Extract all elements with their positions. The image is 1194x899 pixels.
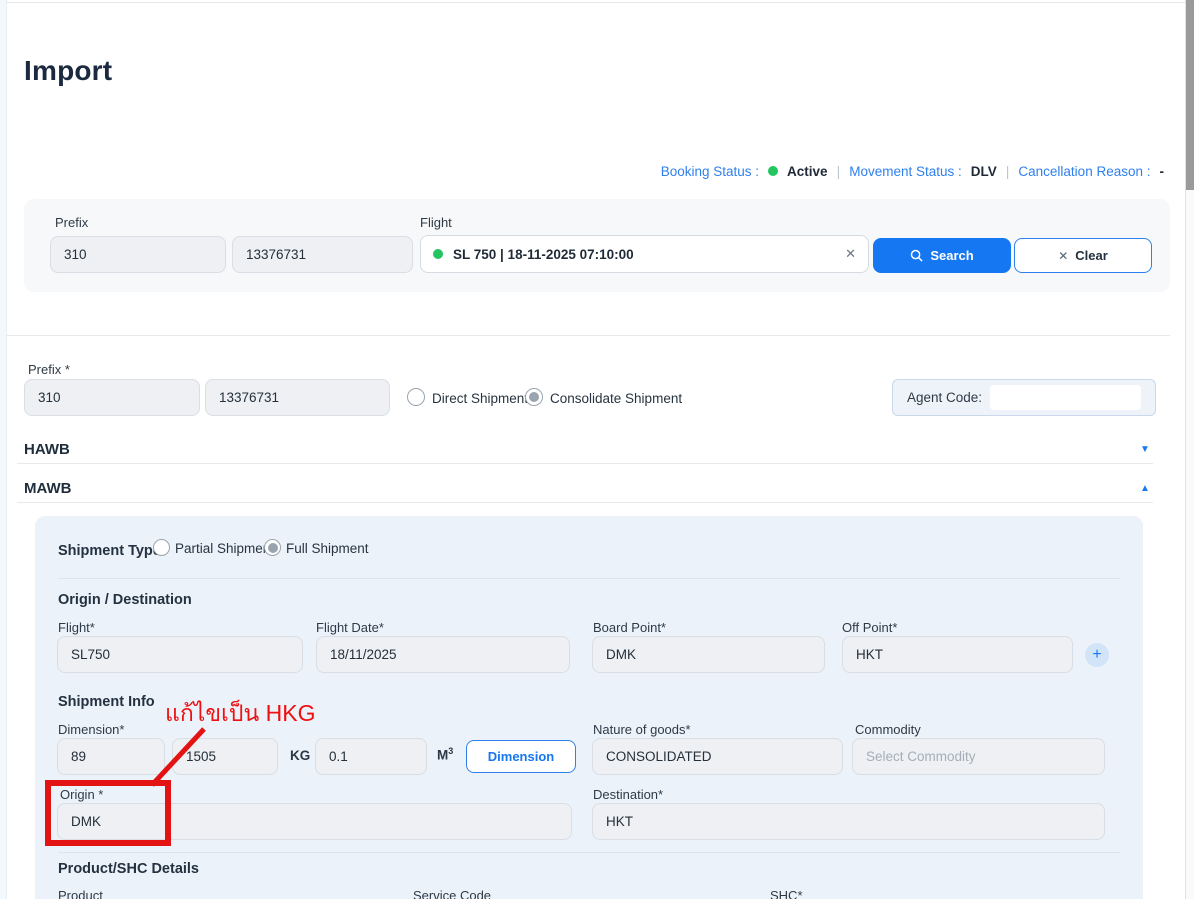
import-page: Import Booking Status : Active | Movemen… [0,0,1194,899]
agent-code-label: Agent Code: [907,390,982,405]
product-shc-heading: Product/SHC Details [58,861,199,877]
mawb-divider [17,502,1153,503]
cancellation-reason-value: - [1160,164,1165,179]
scrollbar-thumb[interactable] [1186,0,1194,190]
search-button[interactable]: Search [873,238,1011,273]
booking-status-value: Active [787,164,828,179]
flight-date-label: Flight Date* [316,620,384,635]
partial-shipment-label: Partial Shipment [175,541,274,556]
booking-status-label: Booking Status : [661,164,759,179]
section-divider [7,335,1170,336]
prefix-label: Prefix * [28,362,70,377]
clear-flight-icon[interactable]: ✕ [845,246,856,262]
annotation-text: แก้ไขเป็น HKG [165,696,315,732]
scrollbar-track[interactable] [1185,0,1194,899]
board-point-input[interactable]: DMK [592,636,825,673]
weight-input[interactable]: 1505 [172,738,278,775]
chevron-down-icon[interactable]: ▼ [1140,444,1150,455]
awb-input[interactable]: 13376731 [205,379,390,416]
cancellation-reason-label: Cancellation Reason : [1018,164,1150,179]
clear-button[interactable]: ✕ Clear [1014,238,1152,273]
partial-shipment-radio[interactable] [153,539,170,556]
search-icon [910,249,923,262]
shipment-info-heading: Shipment Info [58,694,155,710]
flight-label: Flight* [58,620,95,635]
page-title: Import [24,55,112,87]
flight-select-value: SL 750 | 18-11-2025 07:10:00 [453,247,634,262]
agent-code-input[interactable] [990,385,1141,410]
direct-shipment-label: Direct Shipment [432,391,528,406]
mawb-accordion-header[interactable]: MAWB [24,480,72,497]
search-awb-input[interactable]: 13376731 [232,236,413,273]
weight-unit-label: KG [290,748,310,763]
full-shipment-radio[interactable] [264,539,281,556]
flight-select[interactable]: SL 750 | 18-11-2025 07:10:00 ✕ [420,235,869,273]
movement-status-value: DLV [971,164,997,179]
search-prefix-label: Prefix [55,215,88,230]
pieces-input[interactable]: 89 [57,738,165,775]
direct-shipment-radio[interactable] [407,388,425,406]
product-label: Product [58,888,103,899]
service-code-label: Service Code [413,888,491,899]
full-shipment-label: Full Shipment [286,541,369,556]
status-separator: | [837,163,841,179]
plus-icon: + [1092,647,1101,663]
shc-label: SHC* [770,888,803,899]
status-separator: | [1006,163,1010,179]
prefix-input[interactable]: 310 [24,379,200,416]
card-divider [58,578,1120,579]
search-prefix-input[interactable]: 310 [50,236,226,273]
consolidate-shipment-label: Consolidate Shipment [550,391,682,406]
flight-date-input[interactable]: 18/11/2025 [316,636,570,673]
commodity-select[interactable]: Select Commodity [852,738,1105,775]
hawb-accordion-header[interactable]: HAWB [24,441,70,458]
dimension-button[interactable]: Dimension [466,740,576,773]
movement-status-label: Movement Status : [849,164,962,179]
commodity-placeholder: Select Commodity [866,749,976,764]
active-status-dot [768,166,778,176]
agent-code-box: Agent Code: [892,379,1156,416]
clear-button-label: Clear [1075,248,1108,263]
top-border-line [7,2,1185,3]
nature-of-goods-input[interactable]: CONSOLIDATED [592,738,843,775]
hawb-divider [17,463,1153,464]
chevron-up-icon[interactable]: ▲ [1140,483,1150,494]
add-route-button[interactable]: + [1085,643,1109,667]
annotation-highlight-box [45,780,171,846]
card-divider [58,852,1120,853]
nature-of-goods-label: Nature of goods* [593,722,691,737]
left-edge-strip [0,0,7,899]
off-point-label: Off Point* [842,620,897,635]
search-button-label: Search [930,248,973,263]
flight-status-dot [433,249,443,259]
consolidate-shipment-radio[interactable] [525,388,543,406]
search-flight-label: Flight [420,215,452,230]
origin-destination-heading: Origin / Destination [58,592,192,608]
volume-unit-label: M3 [437,746,453,763]
shipment-type-label: Shipment Type [58,543,161,559]
clear-icon: ✕ [1058,249,1068,263]
off-point-input[interactable]: HKT [842,636,1073,673]
board-point-label: Board Point* [593,620,666,635]
commodity-label: Commodity [855,722,921,737]
dimension-label: Dimension* [58,722,124,737]
flight-input[interactable]: SL750 [57,636,303,673]
search-panel: Prefix 310 13376731 Flight SL 750 | 18-1… [24,199,1170,292]
destination-input[interactable]: HKT [592,803,1105,840]
volume-input[interactable]: 0.1 [315,738,427,775]
destination-label: Destination* [593,787,663,802]
status-bar: Booking Status : Active | Movement Statu… [661,163,1164,179]
